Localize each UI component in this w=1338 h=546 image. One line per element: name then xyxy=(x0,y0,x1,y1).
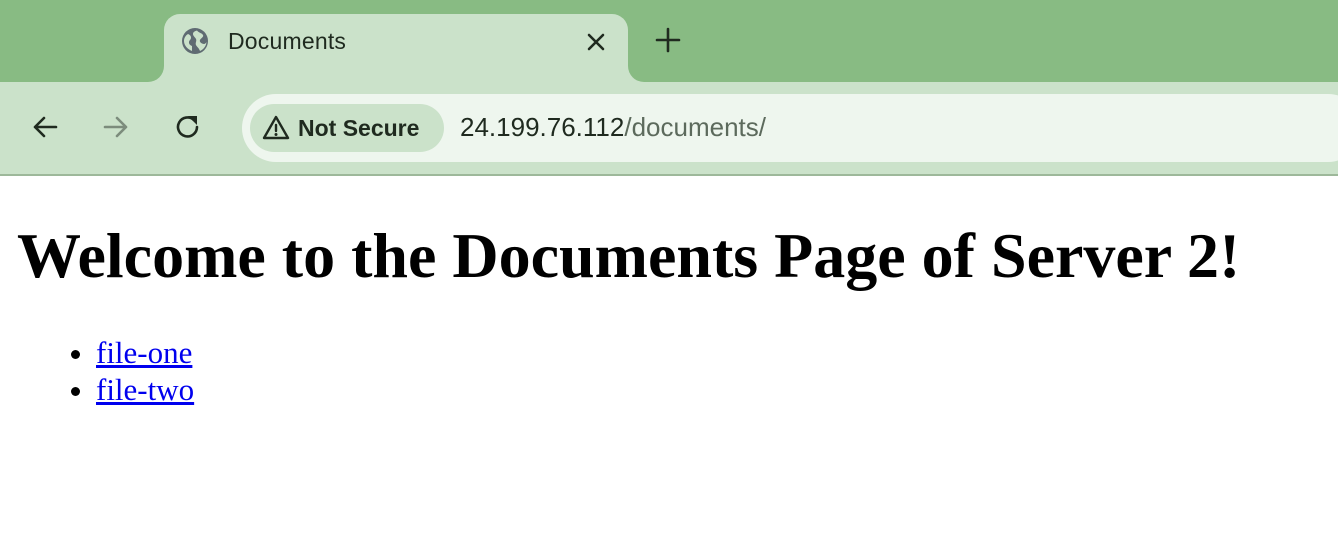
page-content: Welcome to the Documents Page of Server … xyxy=(0,176,1338,546)
file-list: file-one file-two xyxy=(56,334,194,408)
back-arrow-icon[interactable] xyxy=(28,110,62,144)
plus-icon[interactable] xyxy=(654,26,682,54)
warning-icon xyxy=(262,115,290,140)
file-one-link[interactable]: file-one xyxy=(96,335,192,370)
security-label: Not Secure xyxy=(298,115,420,141)
forward-arrow-icon[interactable] xyxy=(99,110,133,144)
close-icon[interactable] xyxy=(584,30,608,54)
tab-strip: Documents xyxy=(0,0,1338,82)
toolbar: Not Secure 24.199.76.112/documents/ xyxy=(0,82,1338,176)
security-chip[interactable]: Not Secure xyxy=(250,104,444,152)
list-item: file-one xyxy=(96,334,194,371)
file-two-link[interactable]: file-two xyxy=(96,372,194,407)
reload-icon[interactable] xyxy=(171,110,205,144)
url-text[interactable]: 24.199.76.112/documents/ xyxy=(460,112,766,143)
page-heading: Welcome to the Documents Page of Server … xyxy=(17,220,1241,291)
browser-window: Documents Not Secure 24.199.76.112/docum… xyxy=(0,0,1338,546)
address-bar[interactable]: Not Secure 24.199.76.112/documents/ xyxy=(242,94,1338,162)
tab-documents[interactable]: Documents xyxy=(164,14,628,82)
url-path: /documents/ xyxy=(624,112,766,142)
list-item: file-two xyxy=(96,371,194,408)
tab-title: Documents xyxy=(228,28,347,54)
globe-icon xyxy=(182,28,208,54)
url-host: 24.199.76.112 xyxy=(460,112,625,142)
